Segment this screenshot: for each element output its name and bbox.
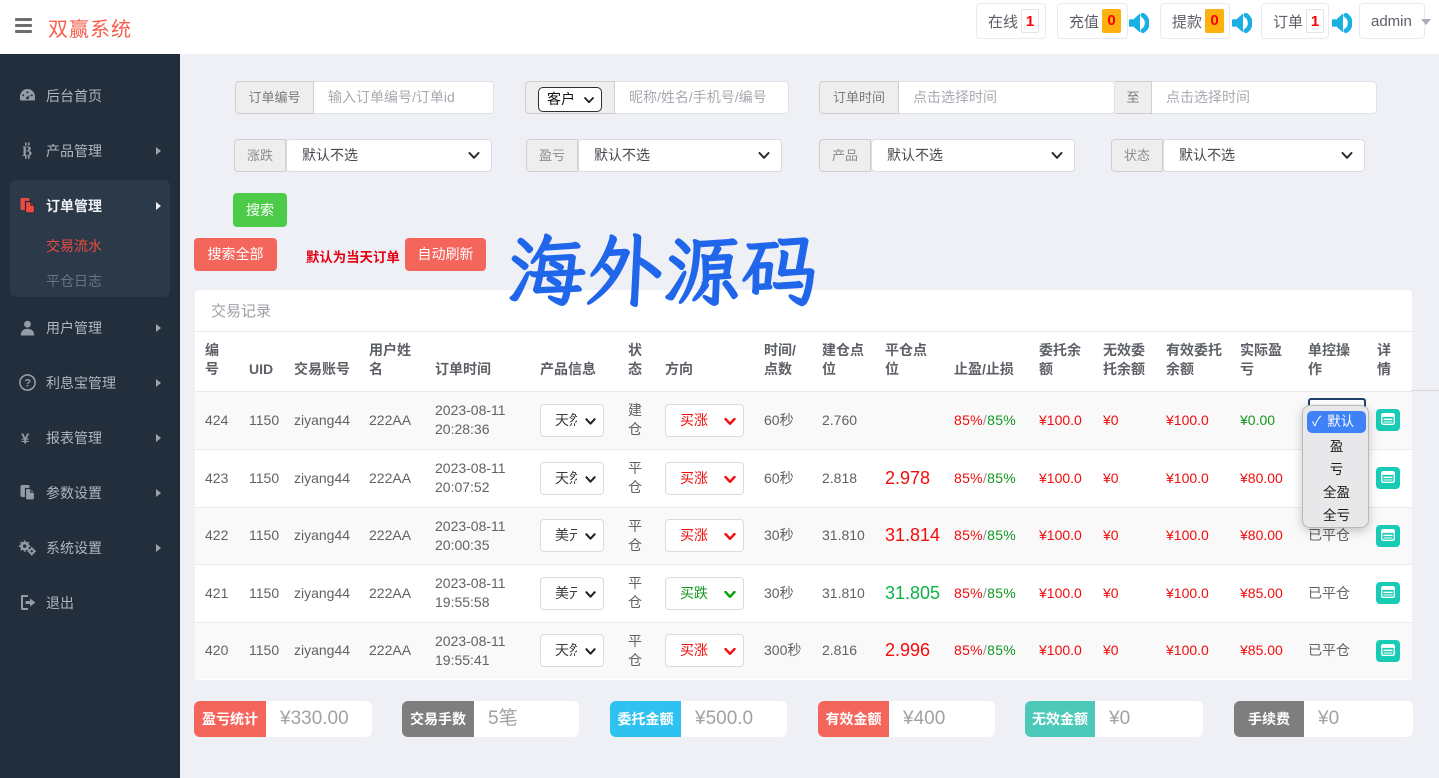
svg-text:¥: ¥ xyxy=(21,430,30,446)
svg-text:B: B xyxy=(22,144,32,159)
svg-text:?: ? xyxy=(24,378,31,390)
